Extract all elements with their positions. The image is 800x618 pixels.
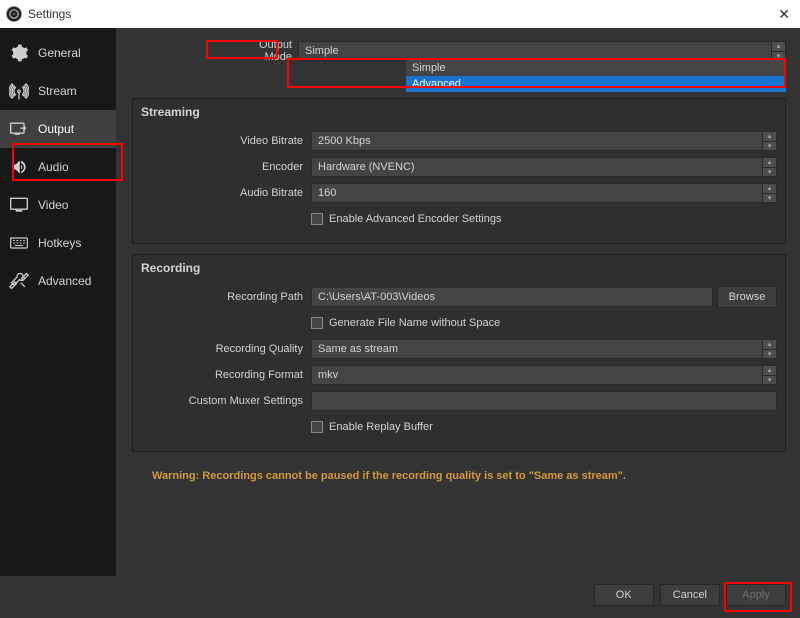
output-icon [8, 118, 30, 140]
keyboard-icon [8, 232, 30, 254]
obs-logo-icon [6, 6, 22, 22]
sidebar-item-label: Hotkeys [38, 236, 81, 250]
sidebar-item-label: Audio [38, 160, 69, 174]
updown-icon[interactable]: ▴▾ [762, 184, 776, 202]
enable-advanced-encoder-checkbox[interactable] [311, 213, 323, 225]
sidebar-item-output[interactable]: Output [0, 110, 116, 148]
sidebar: General Stream Output Audio [0, 28, 116, 576]
recording-path-input[interactable]: C:\Users\AT-003\Videos [311, 287, 713, 307]
warning-text: Warning: Recordings cannot be paused if … [152, 470, 782, 482]
sidebar-item-hotkeys[interactable]: Hotkeys [0, 224, 116, 262]
encoder-label: Encoder [141, 161, 311, 173]
sidebar-item-stream[interactable]: Stream [0, 72, 116, 110]
tools-icon [8, 270, 30, 292]
replay-buffer-checkbox[interactable] [311, 421, 323, 433]
enable-advanced-encoder-label: Enable Advanced Encoder Settings [329, 213, 501, 225]
no-space-checkbox[interactable] [311, 317, 323, 329]
antenna-icon [8, 80, 30, 102]
ok-button[interactable]: OK [594, 584, 654, 606]
sidebar-item-label: Advanced [38, 274, 91, 288]
replay-buffer-label: Enable Replay Buffer [329, 421, 433, 433]
updown-icon[interactable]: ▴▾ [762, 366, 776, 384]
sidebar-item-audio[interactable]: Audio [0, 148, 116, 186]
main-panel: Output Mode Simple ▴▾ Simple Advanced [116, 28, 800, 576]
streaming-section: Streaming Video Bitrate 2500 Kbps▴▾ Enco… [132, 98, 786, 244]
sidebar-item-general[interactable]: General [0, 34, 116, 72]
recording-format-select[interactable]: mkv▴▾ [311, 365, 777, 385]
gear-icon [8, 42, 30, 64]
sidebar-item-label: Stream [38, 84, 77, 98]
audio-bitrate-select[interactable]: 160▴▾ [311, 183, 777, 203]
cancel-button[interactable]: Cancel [660, 584, 720, 606]
footer: OK Cancel Apply [0, 576, 800, 618]
updown-icon[interactable]: ▴▾ [762, 158, 776, 176]
sidebar-item-label: Output [38, 122, 74, 136]
streaming-title: Streaming [141, 105, 777, 119]
video-bitrate-spin[interactable]: 2500 Kbps▴▾ [311, 131, 777, 151]
updown-icon[interactable]: ▴▾ [762, 340, 776, 358]
no-space-label: Generate File Name without Space [329, 317, 500, 329]
sidebar-item-advanced[interactable]: Advanced [0, 262, 116, 300]
output-mode-select[interactable]: Simple ▴▾ [298, 41, 786, 61]
updown-icon[interactable]: ▴▾ [771, 42, 785, 60]
close-icon[interactable]: ✕ [778, 6, 790, 23]
browse-button[interactable]: Browse [717, 286, 777, 308]
monitor-icon [8, 194, 30, 216]
recording-format-label: Recording Format [141, 369, 311, 381]
dropdown-option-advanced[interactable]: Advanced [406, 76, 786, 92]
video-bitrate-label: Video Bitrate [141, 135, 311, 147]
audio-bitrate-label: Audio Bitrate [141, 187, 311, 199]
output-mode-dropdown: Simple Advanced [406, 60, 786, 92]
titlebar: Settings ✕ [0, 0, 800, 28]
updown-icon[interactable]: ▴▾ [762, 132, 776, 150]
dropdown-option-simple[interactable]: Simple [406, 60, 786, 76]
sidebar-item-label: Video [38, 198, 68, 212]
recording-section: Recording Recording Path C:\Users\AT-003… [132, 254, 786, 452]
apply-button[interactable]: Apply [726, 584, 786, 606]
muxer-label: Custom Muxer Settings [141, 395, 311, 407]
settings-window: Settings ✕ General Stream Output [0, 0, 800, 618]
output-mode-value: Simple [305, 45, 339, 57]
muxer-input[interactable] [311, 391, 777, 411]
recording-path-label: Recording Path [141, 291, 311, 303]
sidebar-item-video[interactable]: Video [0, 186, 116, 224]
output-mode-label: Output Mode [236, 39, 298, 63]
encoder-select[interactable]: Hardware (NVENC)▴▾ [311, 157, 777, 177]
speaker-icon [8, 156, 30, 178]
window-title: Settings [28, 7, 71, 21]
recording-quality-label: Recording Quality [141, 343, 311, 355]
recording-quality-select[interactable]: Same as stream▴▾ [311, 339, 777, 359]
recording-title: Recording [141, 261, 777, 275]
sidebar-item-label: General [38, 46, 81, 60]
